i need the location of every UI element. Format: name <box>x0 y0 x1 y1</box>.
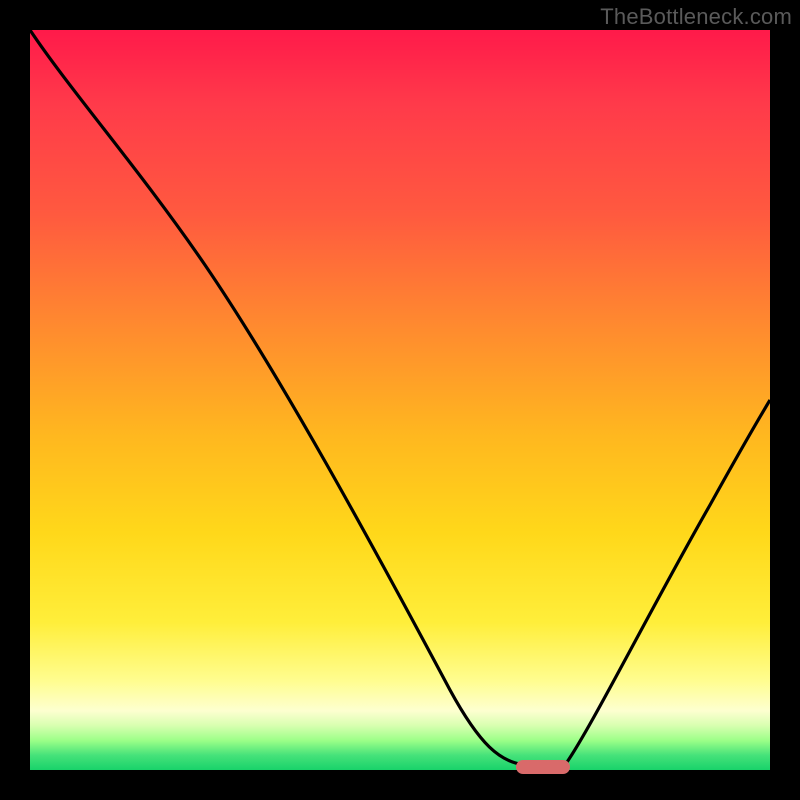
attribution-text: TheBottleneck.com <box>600 4 792 30</box>
bottleneck-curve <box>30 30 770 770</box>
optimal-marker <box>516 760 570 774</box>
chart-frame: TheBottleneck.com <box>0 0 800 800</box>
curve-path <box>30 30 770 765</box>
plot-area <box>30 30 770 770</box>
